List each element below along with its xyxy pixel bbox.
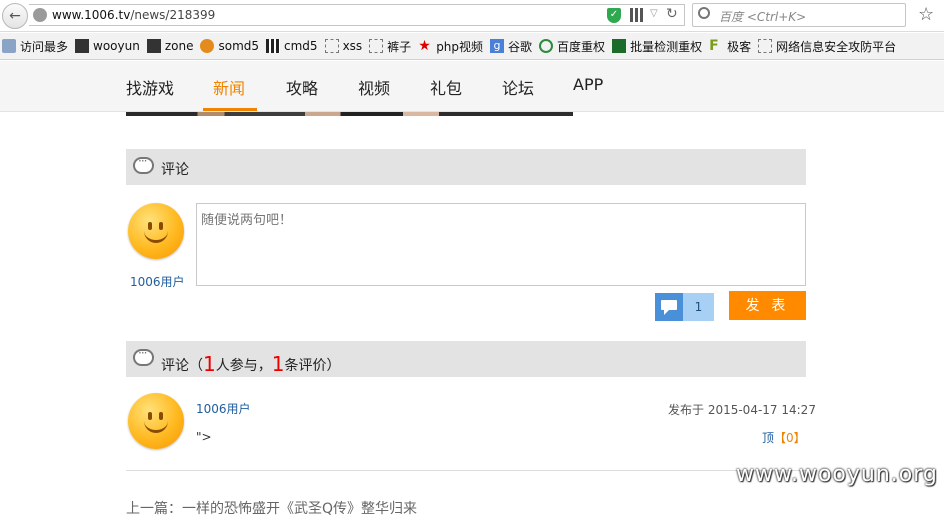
nav-item-guides[interactable]: 攻略 bbox=[286, 75, 318, 99]
active-nav-underline bbox=[203, 108, 257, 111]
nav-item-gifts[interactable]: 礼包 bbox=[430, 75, 462, 99]
submit-comment-button[interactable]: 发 表 bbox=[729, 291, 806, 320]
address-bar[interactable]: www.1006.tv/news/218399 ✓ ▽ ↻ bbox=[29, 4, 685, 26]
previous-article-link[interactable]: 上一篇：一样的恐怖盛开《武圣Q传》整华归来 bbox=[126, 498, 417, 518]
folder-icon bbox=[2, 39, 16, 53]
comment-count[interactable]: 1 bbox=[683, 293, 714, 321]
bookmark-item[interactable]: zone bbox=[146, 39, 193, 53]
blank-page-icon bbox=[324, 39, 339, 53]
bookmark-star-icon[interactable]: ☆ bbox=[918, 4, 934, 25]
nav-item-videos[interactable]: 视频 bbox=[358, 75, 390, 99]
section-title: 评论 bbox=[161, 162, 189, 178]
watermark: www.wooyun.org bbox=[736, 462, 938, 487]
reviews-count: 1 bbox=[271, 352, 285, 376]
search-box[interactable]: 百度 <Ctrl+K> bbox=[692, 3, 906, 27]
upvote-count: 【0】 bbox=[774, 431, 806, 445]
comment-form-header: 评论 bbox=[126, 149, 806, 185]
grid-icon bbox=[266, 39, 281, 53]
blank-page-icon bbox=[758, 39, 773, 53]
bookmark-item[interactable]: g 谷歌 bbox=[490, 38, 532, 55]
qr-code-icon[interactable] bbox=[630, 8, 644, 22]
comment-body: "> bbox=[196, 430, 212, 444]
user-avatar-smiley-icon bbox=[128, 203, 184, 259]
red-star-icon: ★ bbox=[418, 38, 431, 54]
url-text[interactable]: www.1006.tv/news/218399 bbox=[52, 8, 215, 22]
blank-page-icon bbox=[369, 39, 384, 53]
search-placeholder: 百度 <Ctrl+K> bbox=[719, 10, 807, 24]
current-user-name[interactable]: 1006用户 bbox=[130, 273, 185, 290]
nav-item-games[interactable]: 找游戏 bbox=[126, 75, 174, 99]
comments-summary: 评论（1人参与，1条评价） bbox=[161, 352, 341, 376]
globe-icon bbox=[33, 8, 47, 22]
back-arrow-icon[interactable]: ← bbox=[2, 3, 28, 29]
site-nav: 找游戏 新闻 攻略 视频 礼包 论坛 APP bbox=[0, 61, 944, 112]
reload-icon[interactable]: ↻ bbox=[666, 6, 678, 22]
bookmark-item[interactable]: 百度重权 bbox=[539, 38, 605, 55]
bookmark-item[interactable]: 网络信息安全攻防平台 bbox=[758, 38, 896, 55]
bookmark-item[interactable]: 裤子 bbox=[369, 38, 411, 55]
browser-toolbar: ← www.1006.tv/news/218399 ✓ ▽ ↻ 百度 <Ctrl… bbox=[0, 0, 944, 32]
bookmark-item[interactable]: somd5 bbox=[200, 39, 259, 53]
bookmarks-toolbar: 访问最多 wooyun zone somd5 cmd5 xss 裤子 ★ php视… bbox=[0, 33, 944, 60]
speech-bubble-icon bbox=[133, 346, 154, 366]
bookmark-item[interactable]: wooyun bbox=[75, 39, 140, 53]
google-icon: g bbox=[490, 39, 505, 53]
wooyun-icon bbox=[75, 39, 90, 53]
bookmark-item[interactable]: xss bbox=[324, 39, 362, 53]
participants-count: 1 bbox=[203, 352, 216, 376]
divider bbox=[126, 470, 806, 471]
bookmark-item[interactable]: ★ php视频 bbox=[418, 38, 483, 55]
f-logo-icon: F bbox=[709, 38, 719, 54]
comments-header: 评论（1人参与，1条评价） bbox=[126, 341, 806, 377]
building-icon bbox=[612, 39, 627, 53]
wooyun-icon bbox=[146, 39, 161, 53]
comment-author[interactable]: 1006用户 bbox=[196, 400, 251, 417]
bookmark-item[interactable]: 访问最多 bbox=[2, 38, 68, 55]
refresh-icon bbox=[539, 39, 554, 53]
nav-item-forum[interactable]: 论坛 bbox=[502, 75, 534, 99]
article-image-edge bbox=[126, 112, 573, 116]
upvote-button[interactable]: 顶【0】 bbox=[762, 429, 806, 446]
comment-count-icon[interactable] bbox=[655, 293, 683, 321]
bookmark-item[interactable]: cmd5 bbox=[266, 39, 318, 53]
speech-bubble-icon bbox=[133, 154, 154, 174]
shield-icon[interactable]: ✓ bbox=[607, 8, 621, 23]
bookmark-item[interactable]: 批量检测重权 bbox=[612, 38, 702, 55]
bookmark-item[interactable]: F 极客 bbox=[709, 38, 751, 55]
commenter-avatar-smiley-icon bbox=[128, 393, 184, 449]
somd5-icon bbox=[200, 39, 215, 53]
search-icon bbox=[698, 7, 710, 19]
nav-item-news[interactable]: 新闻 bbox=[213, 75, 245, 99]
dropdown-arrow-icon[interactable]: ▽ bbox=[650, 8, 658, 19]
nav-item-app[interactable]: APP bbox=[573, 75, 603, 94]
comment-date: 发布于 2015-04-17 14:27 bbox=[668, 403, 816, 417]
comment-input[interactable] bbox=[196, 203, 806, 286]
